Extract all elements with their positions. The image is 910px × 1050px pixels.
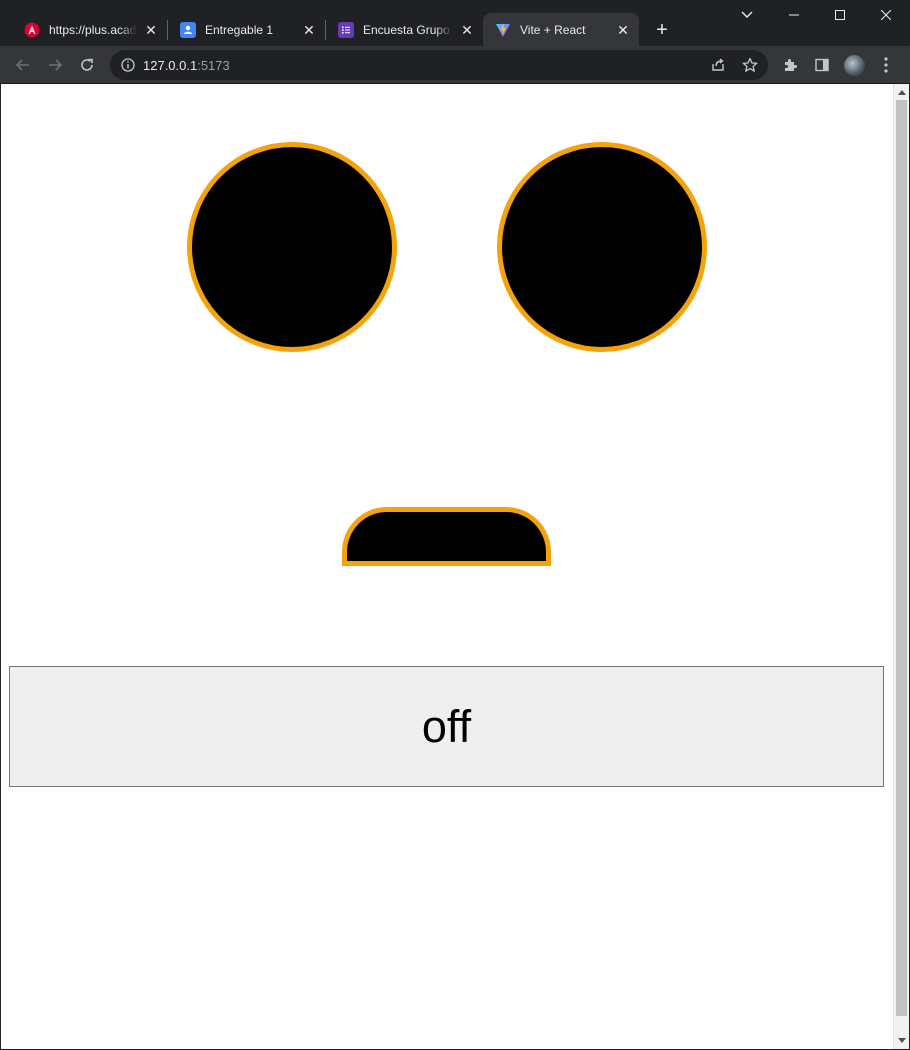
browser-window: https://plus.acade ✕ Entregable 1 ✕ Encu… bbox=[0, 0, 910, 1050]
new-tab-button[interactable]: + bbox=[651, 19, 673, 41]
vite-icon bbox=[495, 22, 511, 38]
angular-icon bbox=[24, 22, 40, 38]
back-arrow-icon[interactable] bbox=[12, 54, 34, 76]
tab-title: Encuesta Grupo d bbox=[363, 22, 453, 37]
page-viewport: off bbox=[1, 84, 893, 1049]
right-eye bbox=[497, 142, 707, 352]
toggle-button[interactable]: off bbox=[9, 666, 884, 787]
close-tab-icon[interactable]: ✕ bbox=[301, 22, 317, 38]
scroll-up-arrow-icon[interactable] bbox=[898, 90, 906, 95]
close-tab-icon[interactable]: ✕ bbox=[143, 22, 159, 38]
tab-title: https://plus.acade bbox=[49, 22, 137, 37]
mouth bbox=[342, 507, 551, 566]
tab-title: Entregable 1 bbox=[205, 22, 274, 37]
address-bar[interactable]: 127.0.0.1:5173 bbox=[110, 50, 768, 80]
more-options-icon[interactable] bbox=[883, 56, 889, 74]
scroll-down-arrow-icon[interactable] bbox=[898, 1038, 906, 1043]
scrollbar-thumb[interactable] bbox=[896, 100, 907, 1016]
contact-card-icon bbox=[180, 21, 196, 38]
tab-entregable[interactable]: Entregable 1 ✕ bbox=[168, 13, 325, 46]
info-icon[interactable] bbox=[120, 57, 136, 73]
tab-encuesta[interactable]: Encuesta Grupo d ✕ bbox=[326, 13, 483, 46]
tab-strip: https://plus.acade ✕ Entregable 1 ✕ Encu… bbox=[0, 0, 910, 46]
url-text: 127.0.0.1:5173 bbox=[143, 58, 230, 73]
maximize-button[interactable] bbox=[817, 0, 863, 30]
reload-icon[interactable] bbox=[76, 54, 98, 76]
url-port: :5173 bbox=[197, 58, 230, 73]
extensions-puzzle-icon[interactable] bbox=[782, 57, 798, 73]
minimize-button[interactable] bbox=[771, 0, 817, 30]
url-host: 127.0.0.1 bbox=[143, 58, 198, 73]
side-panel-icon[interactable] bbox=[814, 57, 830, 73]
tab-title: Vite + React bbox=[520, 22, 586, 37]
share-icon[interactable] bbox=[710, 57, 726, 73]
vertical-scrollbar[interactable] bbox=[893, 84, 909, 1049]
browser-toolbar: 127.0.0.1:5173 bbox=[0, 46, 910, 84]
tab-search-chevron-icon[interactable] bbox=[724, 0, 770, 30]
tab-plus-academy[interactable]: https://plus.acade ✕ bbox=[12, 13, 167, 46]
close-window-button[interactable] bbox=[863, 0, 909, 30]
close-tab-icon[interactable]: ✕ bbox=[615, 22, 631, 38]
forward-arrow-icon[interactable] bbox=[44, 54, 66, 76]
close-tab-icon[interactable]: ✕ bbox=[459, 22, 475, 38]
forms-list-icon bbox=[338, 21, 354, 38]
bookmark-star-icon[interactable] bbox=[742, 57, 758, 73]
tab-vite-react[interactable]: Vite + React ✕ bbox=[483, 13, 639, 46]
left-eye bbox=[187, 142, 397, 352]
profile-avatar[interactable] bbox=[844, 55, 865, 76]
